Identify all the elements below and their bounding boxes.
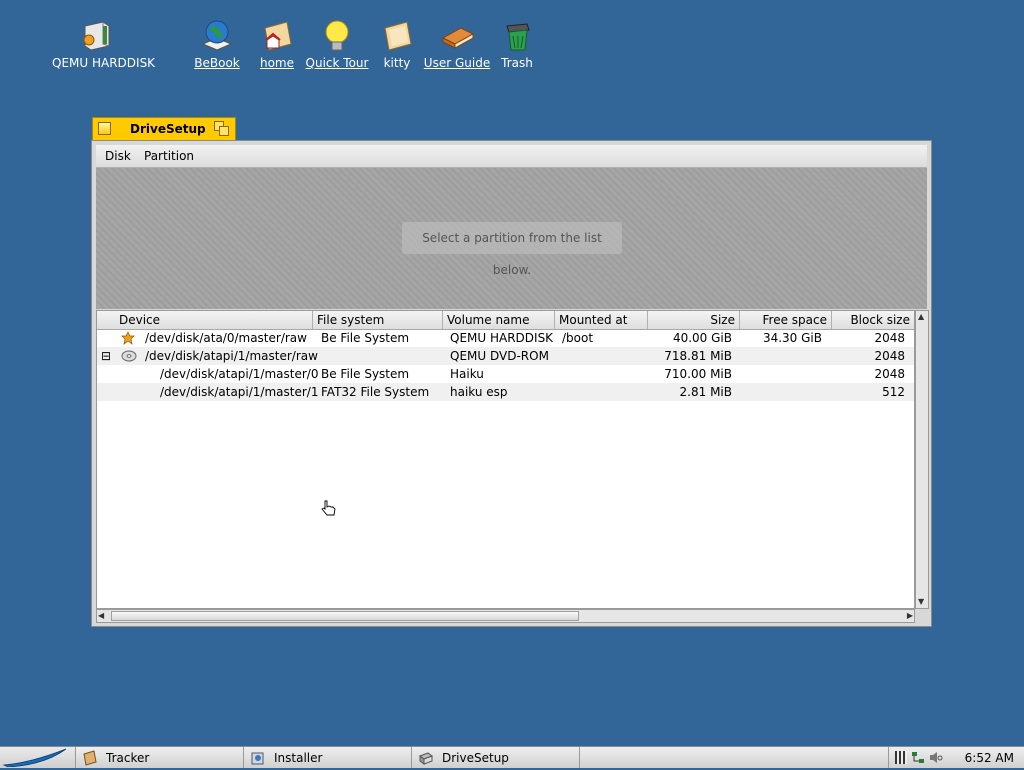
cd-icon [121,349,137,363]
cell-size: 2.81 MiB [679,385,732,399]
cell-mounted-at [558,347,566,365]
cell-mounted-at [558,383,566,401]
cell-device: /dev/disk/atapi/1/master/0 [160,367,319,381]
drivesetup-window: Disk Partition Select a partition from t… [91,140,932,627]
cell-file-system: FAT32 File System [321,385,430,399]
diskmap-message: Select a partition from the list below. [402,222,622,277]
cell-free-space [740,365,826,383]
taskbar-item-drivesetup[interactable]: DriveSetup [412,747,580,768]
cell-file-system [317,347,325,365]
system-tray: 6:52 AM [888,747,1024,768]
collapse-icon[interactable]: ⊟ [101,347,111,365]
cell-size: 40.00 GiB [672,331,732,345]
cell-file-system: Be File System [321,331,410,345]
list-header: Device File system Volume name Mounted a… [97,311,914,330]
window-title: DriveSetup [130,122,206,136]
cell-block-size: 2048 [874,349,905,363]
hand-cursor-icon [320,499,338,517]
desktop-icon-label: Trash [501,56,533,70]
column-header-mounted-at[interactable]: Mounted at [555,311,648,329]
cell-size: 710.00 MiB [664,367,732,381]
horizontal-scrollbar[interactable]: ◀ ▶ [96,609,915,623]
cell-free-space [740,347,826,365]
cell-volume-name: haiku esp [450,385,508,399]
drivesetup-icon [418,750,434,766]
menu-partition[interactable]: Partition [144,149,194,163]
column-header-file-system[interactable]: File system [313,311,443,329]
cell-mounted-at [558,365,566,383]
table-row[interactable]: /dev/disk/atapi/1/master/1 FAT32 File Sy… [97,383,914,401]
harddisk-icon [121,331,135,345]
cell-volume-name: Haiku [450,367,484,381]
cell-size: 718.81 MiB [664,349,732,363]
trash-icon [499,18,535,54]
cell-volume-name: QEMU DVD-ROM [450,349,549,363]
cell-block-size: 2048 [874,331,905,345]
cell-mounted-at: /boot [562,331,594,345]
disk-map-view[interactable]: Select a partition from the list below. [96,168,927,309]
menu-bar: Disk Partition [96,145,927,168]
cell-block-size: 2048 [874,367,905,381]
cell-file-system: Be File System [321,367,410,381]
taskbar-label: Tracker [106,751,150,765]
scroll-left-arrow-icon[interactable]: ◀ [98,610,104,622]
installer-icon [250,750,266,766]
cell-device: /dev/disk/atapi/1/master/1 [160,385,319,399]
horizontal-scroll-thumb[interactable] [111,611,579,621]
taskbar-label: DriveSetup [442,751,509,765]
lightbulb-icon [319,18,355,54]
column-header-device[interactable]: Device [97,311,313,329]
desktop-icon-label: QEMU HARDDISK [52,56,156,70]
taskbar-item-installer[interactable]: Installer [244,747,412,768]
taskbar-item-tracker[interactable]: Tracker [76,747,244,768]
deskbar: Tracker Installer DriveSetup 6:52 AM [0,746,1024,768]
table-row[interactable]: /dev/disk/ata/0/master/raw Be File Syste… [97,329,914,347]
vertical-scrollbar[interactable]: ▲ ▼ [915,310,929,609]
column-header-size[interactable]: Size [648,311,740,329]
window-tab[interactable]: DriveSetup [92,117,236,140]
leaf-menu-button[interactable] [0,747,76,768]
zoom-button[interactable] [214,121,230,137]
table-row[interactable]: /dev/disk/atapi/1/master/0 Be File Syste… [97,365,914,383]
column-header-free-space[interactable]: Free space [740,311,832,329]
taskbar-label: Installer [274,751,323,765]
globe-book-icon [199,18,235,54]
scroll-down-arrow-icon[interactable]: ▼ [918,596,924,608]
tracker-icon [82,750,98,766]
partition-list[interactable]: Device File system Volume name Mounted a… [96,310,915,609]
cell-device: /dev/disk/atapi/1/master/raw [145,349,318,363]
scroll-up-arrow-icon[interactable]: ▲ [918,311,924,323]
cell-volume-name: QEMU HARDDISK [450,331,554,345]
home-folder-icon [259,18,295,54]
volume-icon[interactable] [929,751,943,764]
cell-block-size: 512 [882,385,905,399]
menu-disk[interactable]: Disk [105,149,131,163]
table-row[interactable]: ⊟ /dev/disk/atapi/1/master/raw QEMU DVD-… [97,347,914,365]
desktop-icon-trash[interactable]: Trash [472,18,562,70]
network-icon[interactable] [911,751,925,764]
desktop-icon-qemu-harddisk[interactable]: QEMU HARDDISK [52,18,156,70]
cell-free-space: 34.30 GiB [762,331,822,345]
cell-free-space [740,383,826,401]
scroll-right-arrow-icon[interactable]: ▶ [907,610,913,622]
process-monitor-icon[interactable] [895,751,907,764]
column-header-volume-name[interactable]: Volume name [443,311,555,329]
clock[interactable]: 6:52 AM [965,751,1014,765]
column-header-block-size[interactable]: Block size [832,311,914,329]
cell-device: /dev/disk/ata/0/master/raw [145,331,307,345]
harddisk-icon [79,18,115,54]
haiku-leaf-icon [2,748,67,768]
folder-icon [379,18,415,54]
book-icon [439,18,475,54]
close-button[interactable] [98,122,111,135]
